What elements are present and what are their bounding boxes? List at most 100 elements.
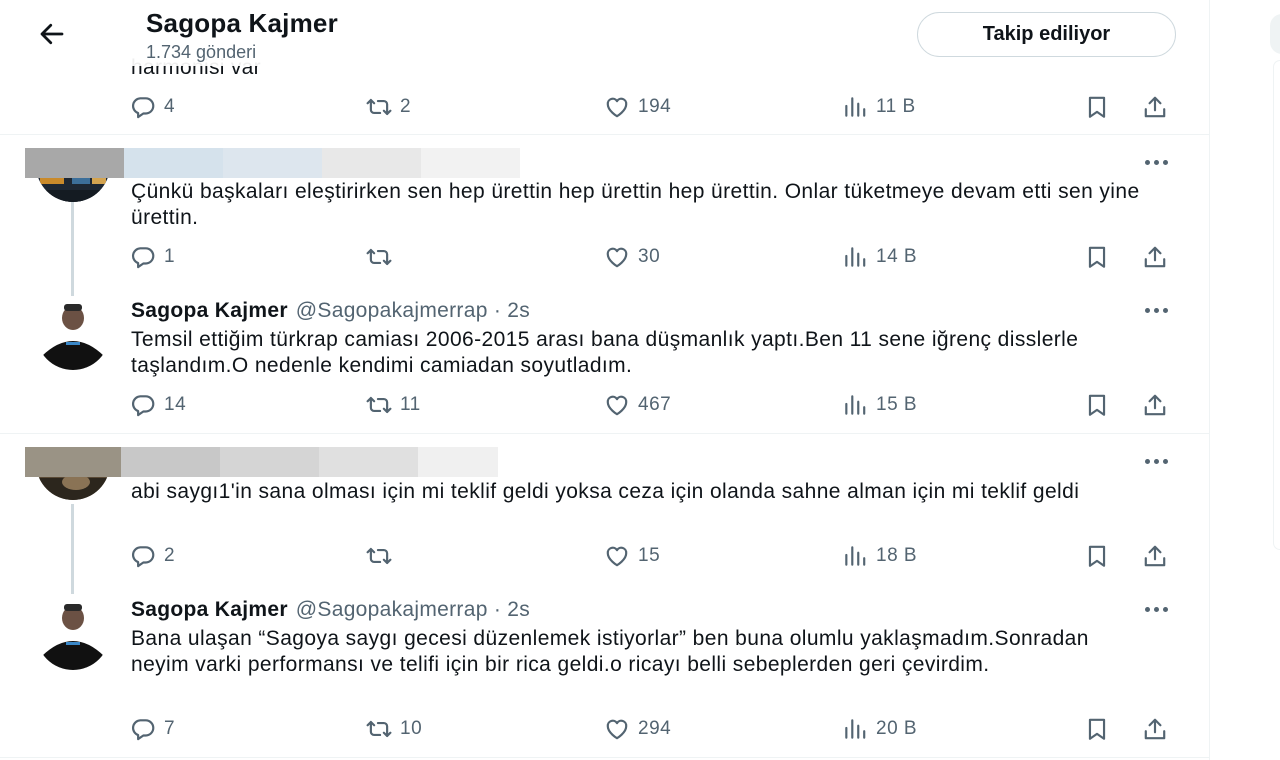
heart-icon — [604, 244, 630, 270]
bookmark-button[interactable] — [1084, 242, 1110, 272]
avatar[interactable] — [36, 596, 110, 670]
avatar-image — [36, 296, 110, 370]
timeline: Sagopa Kajmer 1.734 gönderi Takip ediliy… — [0, 0, 1210, 760]
reply-button[interactable]: 2 — [130, 541, 175, 571]
bookmark-button[interactable] — [1084, 92, 1110, 122]
tweet-actions: 7 10 294 20 B — [130, 714, 1190, 744]
following-button[interactable]: Takip ediliyor — [917, 12, 1176, 57]
views-icon — [842, 716, 868, 742]
bookmark-icon — [1084, 543, 1110, 569]
reply-icon — [130, 94, 156, 120]
share-button[interactable] — [1142, 92, 1168, 122]
tweet-text: Çünkü başkaları eleştirirken sen hep üre… — [131, 180, 1140, 229]
reply-button[interactable]: 1 — [130, 242, 175, 272]
views-button[interactable]: 14 B — [842, 242, 917, 272]
retweet-icon — [366, 244, 392, 270]
retweet-count: 2 — [400, 96, 412, 117]
retweet-button[interactable] — [366, 242, 400, 272]
thread-line — [71, 196, 74, 296]
reply-icon — [130, 716, 156, 742]
thread-line — [71, 504, 74, 594]
heart-icon — [604, 94, 630, 120]
retweet-icon — [366, 543, 392, 569]
divider — [0, 757, 1209, 758]
like-button[interactable]: 30 — [604, 242, 660, 272]
tweet-actions: 14 11 467 15 B — [130, 390, 1190, 420]
retweet-icon — [366, 392, 392, 418]
retweet-button[interactable]: 10 — [366, 714, 422, 744]
like-count: 194 — [638, 96, 672, 117]
retweet-icon — [366, 94, 392, 120]
bookmark-button[interactable] — [1084, 390, 1110, 420]
tweet-text: Bana ulaşan “Sagoya saygı gecesi düzenle… — [131, 627, 1089, 676]
author-handle[interactable]: @Sagopakajmerrap · 2s — [296, 598, 530, 621]
like-button[interactable]: 15 — [604, 541, 660, 571]
retweet-count: 11 — [400, 394, 421, 415]
reply-button[interactable]: 14 — [130, 390, 186, 420]
bookmark-button[interactable] — [1084, 541, 1110, 571]
more-button[interactable] — [1138, 599, 1174, 619]
share-button[interactable] — [1142, 390, 1168, 420]
tweet-header: Sagopa Kajmer @Sagopakajmerrap · 2s — [131, 299, 530, 323]
profile-header: Sagopa Kajmer 1.734 gönderi Takip ediliy… — [0, 0, 1209, 66]
avatar[interactable] — [36, 296, 110, 370]
post-count: 1.734 gönderi — [146, 42, 257, 62]
like-button[interactable]: 467 — [604, 390, 671, 420]
search-box-edge[interactable] — [1270, 14, 1280, 54]
share-button[interactable] — [1142, 242, 1168, 272]
author-name[interactable]: Sagopa Kajmer — [131, 598, 288, 621]
more-button[interactable] — [1138, 300, 1174, 320]
view-count: 20 B — [876, 718, 918, 739]
views-button[interactable]: 11 B — [842, 92, 916, 122]
views-icon — [842, 543, 868, 569]
retweet-count: 10 — [400, 718, 423, 739]
reply-button[interactable]: 7 — [130, 714, 175, 744]
views-icon — [842, 94, 868, 120]
share-icon — [1142, 244, 1168, 270]
heart-icon — [604, 543, 630, 569]
tweet-text: abi saygı1'in sana olması için mi teklif… — [131, 480, 1080, 503]
sidebar-card-edge — [1273, 60, 1280, 550]
view-count: 18 B — [876, 545, 918, 566]
like-button[interactable]: 194 — [604, 92, 671, 122]
profile-name: Sagopa Kajmer — [146, 8, 338, 38]
bookmark-icon — [1084, 716, 1110, 742]
blurred-username — [25, 148, 520, 178]
view-count: 11 B — [876, 96, 916, 117]
reply-count: 1 — [164, 246, 176, 267]
retweet-button[interactable]: 11 — [366, 390, 421, 420]
share-button[interactable] — [1142, 541, 1168, 571]
retweet-button[interactable] — [366, 541, 400, 571]
views-icon — [842, 392, 868, 418]
more-button[interactable] — [1138, 451, 1174, 471]
like-count: 15 — [638, 545, 661, 566]
retweet-button[interactable]: 2 — [366, 92, 411, 122]
bookmark-button[interactable] — [1084, 714, 1110, 744]
reply-count: 14 — [164, 394, 187, 415]
reply-count: 2 — [164, 545, 176, 566]
reply-count: 4 — [164, 96, 176, 117]
reply-icon — [130, 392, 156, 418]
divider — [0, 433, 1209, 434]
like-count: 294 — [638, 718, 672, 739]
views-button[interactable]: 15 B — [842, 390, 917, 420]
reply-icon — [130, 543, 156, 569]
heart-icon — [604, 392, 630, 418]
back-button[interactable] — [28, 14, 76, 54]
bookmark-icon — [1084, 94, 1110, 120]
reply-button[interactable]: 4 — [130, 92, 175, 122]
share-button[interactable] — [1142, 714, 1168, 744]
views-button[interactable]: 20 B — [842, 714, 917, 744]
like-button[interactable]: 294 — [604, 714, 671, 744]
arrow-left-icon — [40, 23, 64, 45]
share-icon — [1142, 716, 1168, 742]
more-button[interactable] — [1138, 152, 1174, 172]
tweet-header: Sagopa Kajmer @Sagopakajmerrap · 2s — [131, 598, 530, 622]
blurred-username — [25, 447, 498, 477]
views-button[interactable]: 18 B — [842, 541, 917, 571]
divider — [0, 134, 1209, 135]
author-handle[interactable]: @Sagopakajmerrap · 2s — [296, 299, 530, 322]
author-name[interactable]: Sagopa Kajmer — [131, 299, 288, 322]
share-icon — [1142, 392, 1168, 418]
avatar-image — [36, 596, 110, 670]
